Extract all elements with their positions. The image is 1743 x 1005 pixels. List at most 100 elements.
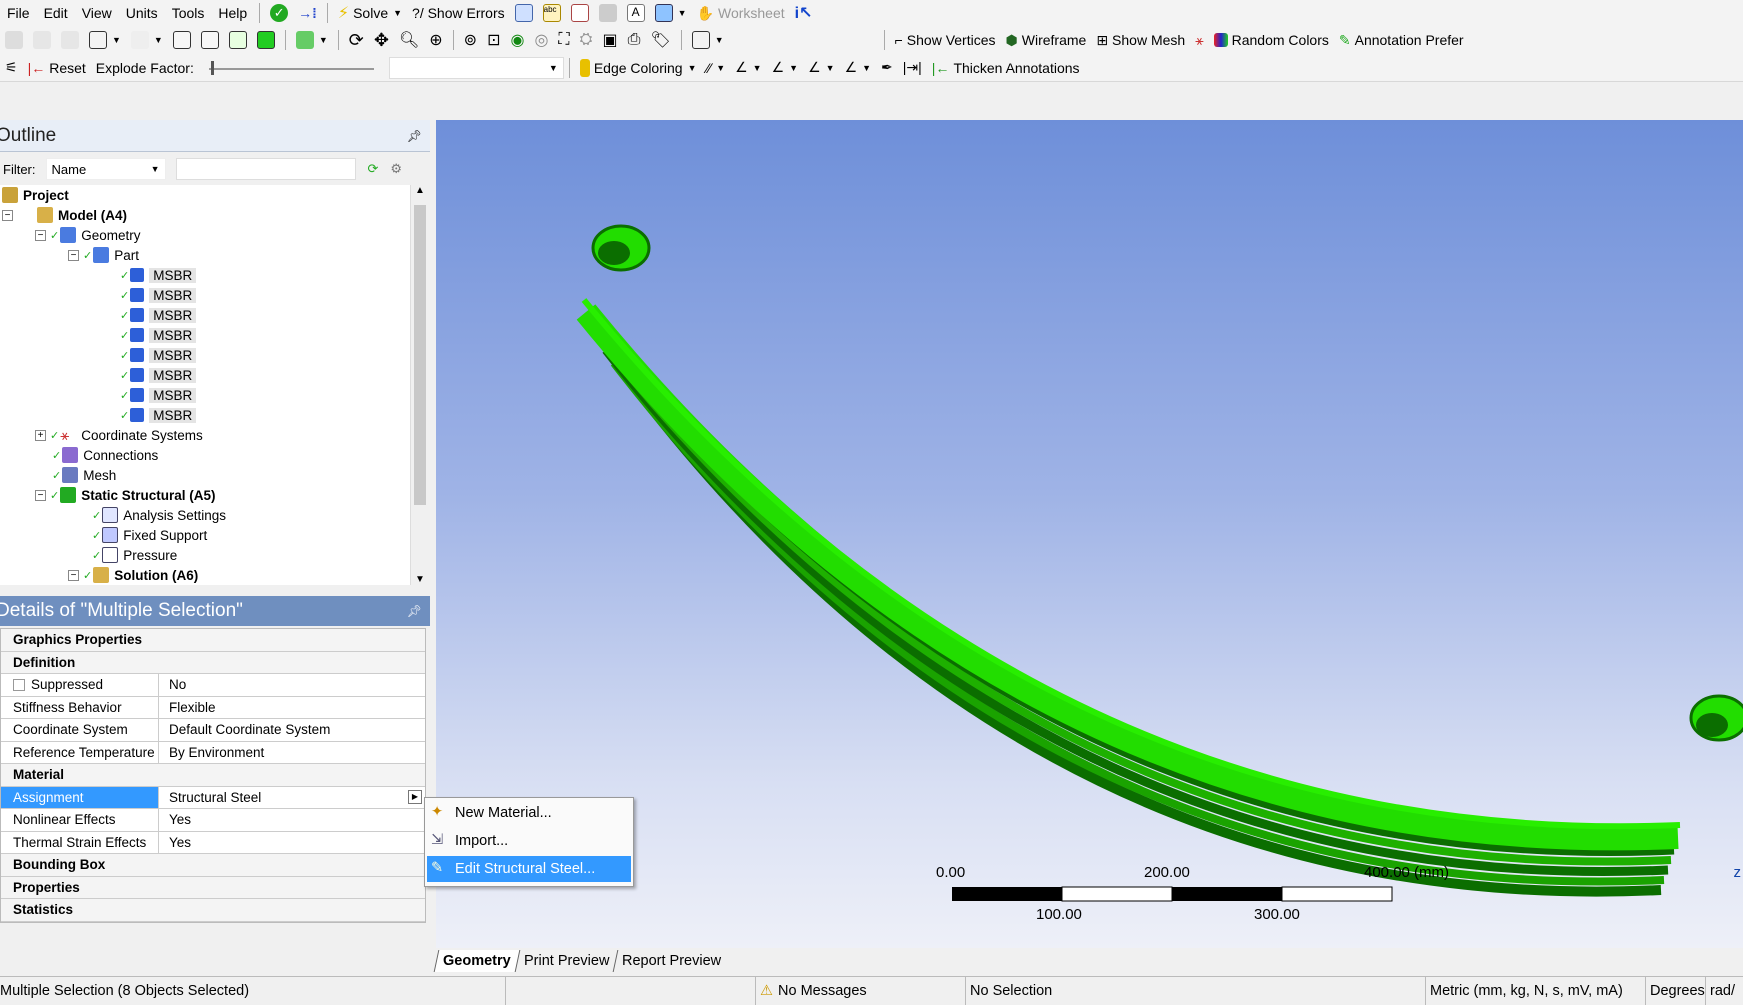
row-value[interactable]: By Environment — [159, 742, 425, 764]
filter-input[interactable] — [175, 158, 356, 180]
row-assignment[interactable]: Assignment Structural Steel ▶ — [1, 786, 425, 809]
pan-button[interactable]: ✥ — [369, 28, 394, 52]
tab-report-preview[interactable]: Report Preview — [612, 950, 730, 972]
tool-button[interactable]: ▼ — [126, 28, 168, 52]
pin-icon[interactable]: 📌︎ — [407, 129, 422, 143]
tree-node-solution[interactable]: − ✓ Solution (A6) — [68, 565, 198, 585]
next-view-button[interactable]: ⛶ — [553, 28, 574, 52]
tool-button[interactable]: ▼ — [291, 28, 333, 52]
zoom-area-button[interactable]: ⊡ — [482, 28, 505, 52]
collapse-icon[interactable]: − — [68, 569, 79, 581]
expand-icon[interactable]: + — [35, 429, 46, 441]
tag-button[interactable]: 🏷︎ — [645, 28, 675, 52]
viewport-layout-button[interactable]: ▼ — [687, 28, 729, 52]
explode-factor-slider[interactable] — [208, 58, 379, 78]
outline-scrollbar[interactable]: ▲ ▼ — [410, 185, 428, 585]
zoom-box-button[interactable]: ⊕ — [424, 28, 447, 52]
collapse-icon[interactable]: − — [35, 489, 46, 501]
tree-node-pressure[interactable]: ✓ Pressure — [92, 545, 177, 565]
tool-button[interactable] — [224, 28, 252, 52]
previous-view-button[interactable]: ◎ — [529, 28, 553, 52]
table-button[interactable] — [510, 1, 538, 25]
zoom-fit-button[interactable]: ⊚ — [459, 28, 482, 52]
rotate-button[interactable]: ⟳ — [344, 28, 369, 52]
edge-style-button[interactable]: ∠ ▼ — [803, 56, 839, 80]
section-definition[interactable]: Definition — [1, 651, 425, 674]
section-button[interactable]: ▣ — [597, 28, 622, 52]
suppressed-checkbox[interactable] — [13, 678, 25, 691]
edge-thickness-button[interactable]: |⇥| — [898, 56, 927, 80]
axis-button[interactable]: ⚹ — [1190, 28, 1208, 52]
tool-button[interactable] — [28, 28, 56, 52]
collapse-icon[interactable]: − — [35, 229, 46, 241]
thicken-annotations-button[interactable]: |← Thicken Annotations — [927, 56, 1085, 80]
edge-style-button[interactable]: ∠ ▼ — [767, 56, 803, 80]
menu-item-edit-structural-steel[interactable]: ✎ Edit Structural Steel... — [427, 856, 631, 882]
row-reference-temperature[interactable]: Reference Temperature By Environment — [1, 741, 425, 764]
row-value[interactable]: Structural Steel — [169, 790, 261, 805]
label-abc-button[interactable]: abc — [538, 1, 566, 25]
show-vertices-button[interactable]: ⌐ Show Vertices — [890, 28, 1001, 52]
row-nonlinear-effects[interactable]: Nonlinear Effects Yes — [1, 809, 425, 832]
status-rad[interactable]: rad/ — [1706, 977, 1739, 1005]
tree-node-body[interactable]: ✓ MSBR — [120, 285, 197, 305]
menu-item-new-material[interactable]: ✦ New Material... — [427, 800, 631, 826]
menu-tools[interactable]: Tools — [165, 5, 212, 21]
tree-node-body[interactable]: ✓ MSBR — [120, 365, 197, 385]
info-button[interactable]: i↖ — [790, 1, 818, 25]
tree-node-project[interactable]: Project — [2, 185, 69, 205]
image-button[interactable]: ▼ — [650, 1, 692, 25]
tree-node-body[interactable]: ✓ MSBR — [120, 385, 197, 405]
scroll-thumb[interactable] — [414, 205, 426, 505]
status-units[interactable]: Metric (mm, kg, N, s, mV, mA) — [1426, 977, 1646, 1005]
edge-style-button[interactable]: ⁄∕ ▼ — [702, 56, 731, 80]
wireframe-button[interactable]: ⬢ Wireframe — [1001, 28, 1092, 52]
row-value[interactable]: Yes — [159, 809, 425, 831]
edge-style-button[interactable]: ∠ ▼ — [840, 56, 876, 80]
row-value[interactable]: No — [159, 674, 425, 696]
row-value[interactable]: Flexible — [159, 697, 425, 719]
row-stiffness-behavior[interactable]: Stiffness Behavior Flexible — [1, 696, 425, 719]
menu-edit[interactable]: Edit — [37, 5, 75, 21]
tool-button[interactable] — [168, 28, 196, 52]
tree-node-analysis-settings[interactable]: ✓ Analysis Settings — [92, 505, 226, 525]
tool-button[interactable]: ▼ — [84, 28, 126, 52]
tree-node-body[interactable]: ✓ MSBR — [120, 325, 197, 345]
menu-help[interactable]: Help — [211, 5, 254, 21]
explode-button[interactable]: ⚟ — [0, 56, 23, 80]
chart-button[interactable] — [566, 1, 594, 25]
show-mesh-button[interactable]: ⊞ Show Mesh — [1091, 28, 1190, 52]
tree-node-body[interactable]: ✓ MSBR — [120, 305, 197, 325]
connect-button[interactable]: →⁞ — [293, 1, 322, 25]
tree-node-mesh[interactable]: ✓ Mesh — [52, 465, 116, 485]
menu-view[interactable]: View — [75, 5, 119, 21]
tree-node-body[interactable]: ✓ MSBR — [120, 345, 197, 365]
pin-icon[interactable]: 📌︎ — [407, 604, 422, 618]
row-value[interactable]: Yes — [159, 832, 425, 854]
section-statistics[interactable]: Statistics — [1, 899, 425, 922]
flyout-arrow-icon[interactable]: ▶ — [408, 789, 422, 804]
menu-item-import[interactable]: ⇲ Import... — [427, 828, 631, 854]
tab-print-preview[interactable]: Print Preview — [514, 950, 618, 972]
edge-style-button[interactable]: ∠ ▼ — [730, 56, 766, 80]
section-graphics-properties[interactable]: Graphics Properties — [1, 629, 425, 652]
scroll-up-icon[interactable]: ▲ — [415, 185, 425, 196]
row-suppressed[interactable]: Suppressed No — [1, 674, 425, 697]
status-messages[interactable]: ⚠ No Messages — [756, 977, 966, 1005]
scroll-down-icon[interactable]: ▼ — [415, 574, 425, 585]
collapse-icon[interactable]: − — [2, 209, 13, 221]
tree-node-connections[interactable]: ✓ Connections — [52, 445, 158, 465]
solve-button[interactable]: ⚡ Solve ▼ — [333, 1, 407, 25]
print-button[interactable]: ⎙ — [623, 28, 646, 52]
filter-select[interactable]: Name ▼ — [45, 158, 166, 180]
tool-button[interactable] — [56, 28, 84, 52]
probe-button[interactable] — [594, 1, 622, 25]
worksheet-button[interactable]: ✋ Worksheet — [692, 1, 790, 25]
tree-node-fixed-support[interactable]: ✓ Fixed Support — [92, 525, 207, 545]
status-degrees[interactable]: Degrees — [1646, 977, 1706, 1005]
tree-node-geometry[interactable]: − ✓ Geometry — [35, 225, 141, 245]
hide-button[interactable]: ⛭ — [575, 28, 598, 52]
tree-node-part[interactable]: − ✓ Part — [68, 245, 139, 265]
tool-button[interactable] — [0, 28, 28, 52]
tree-node-static-structural[interactable]: − ✓ Static Structural (A5) — [35, 485, 216, 505]
